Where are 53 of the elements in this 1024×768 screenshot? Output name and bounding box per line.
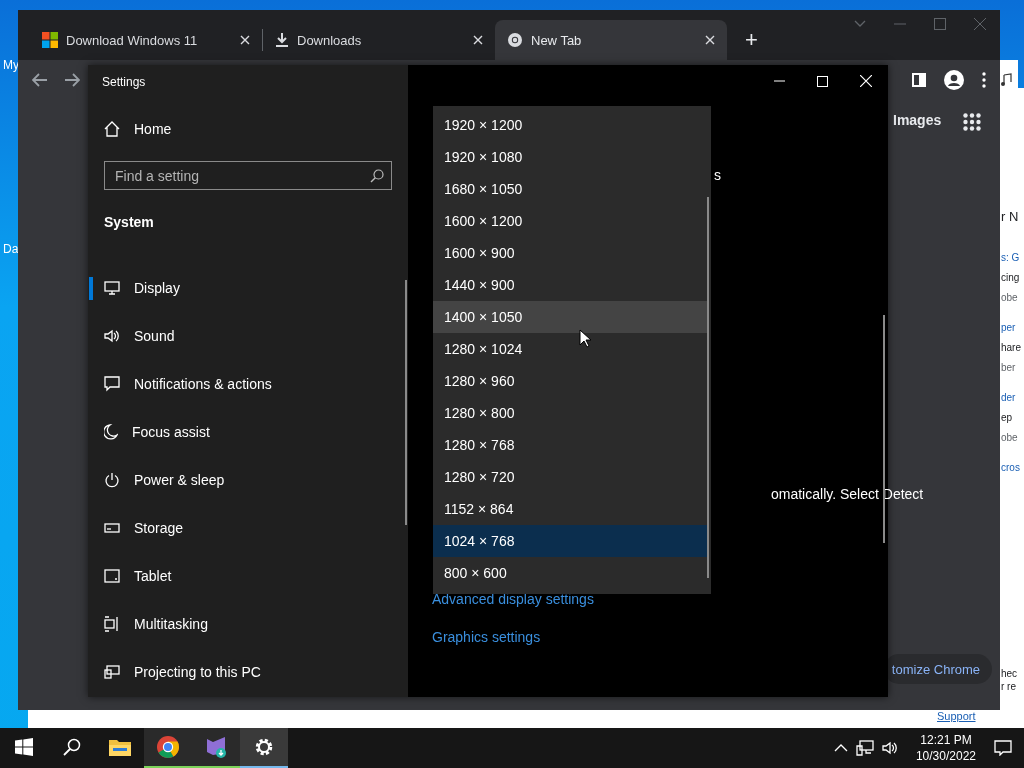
page-date: obe	[1001, 431, 1019, 444]
page-date: obe	[1001, 291, 1019, 304]
resolution-option[interactable]: 1920 × 1200	[433, 109, 707, 141]
nav-item[interactable]: Projecting to this PC	[88, 648, 408, 696]
page-heading: r N	[1001, 208, 1020, 226]
desktop-icon-label[interactable]: My	[0, 58, 19, 72]
nav-item[interactable]: Tablet	[88, 552, 408, 600]
nav-item[interactable]: Sound	[88, 312, 408, 360]
resolution-option[interactable]: 1280 × 1024	[433, 333, 707, 365]
page-link[interactable]: per	[1001, 321, 1021, 334]
resolution-option[interactable]: 1680 × 1050	[433, 173, 707, 205]
browser-tab[interactable]: New Tab	[495, 20, 727, 60]
settings-link[interactable]: Advanced display settings	[432, 591, 594, 607]
nav-item[interactable]: Multitasking	[88, 600, 408, 648]
new-tab-button[interactable]: +	[741, 27, 762, 53]
nav-item[interactable]: Focus assist	[88, 408, 408, 456]
page-text: hec	[1001, 667, 1018, 680]
setting-text: s	[714, 167, 721, 183]
page-text: ep	[1001, 411, 1014, 424]
section-heading: System	[103, 213, 155, 230]
resolution-option[interactable]: 1024 × 768	[433, 525, 707, 557]
page-text: r re	[1001, 680, 1017, 693]
resolution-option[interactable]: 1152 × 864	[433, 493, 707, 525]
page-date: ber	[1001, 361, 1017, 374]
resolution-option[interactable]: 1280 × 768	[433, 429, 707, 461]
clock-date[interactable]: 10/30/2022	[915, 748, 976, 764]
window-title: Settings	[101, 74, 147, 91]
clock-time[interactable]: 12:21 PM	[920, 732, 972, 748]
page-link[interactable]: s: G	[1001, 251, 1021, 264]
resolution-option[interactable]: 1600 × 1200	[433, 205, 707, 237]
resolution-option[interactable]: 800 × 600	[433, 557, 707, 589]
resolution-option[interactable]: 1440 × 900	[433, 269, 707, 301]
page-link[interactable]: der	[1001, 391, 1021, 404]
page-text: cing	[1001, 271, 1021, 284]
images-link[interactable]: Images	[893, 112, 942, 128]
support-link[interactable]: Support	[937, 710, 976, 722]
resolution-option[interactable]: 1280 × 800	[433, 397, 707, 429]
resolution-option[interactable]: 1920 × 1080	[433, 141, 707, 173]
browser-tab[interactable]: Downloads	[263, 20, 495, 60]
resolution-option[interactable]: 1400 × 1050	[433, 301, 707, 333]
home-link[interactable]: Home	[88, 97, 408, 141]
nav-item[interactable]: Power & sleep	[88, 456, 408, 504]
resolution-option[interactable]: 1600 × 900	[433, 237, 707, 269]
nav-item[interactable]: Notifications & actions	[88, 360, 408, 408]
page-link[interactable]: cros	[1001, 461, 1021, 474]
page-text: hare	[1001, 341, 1021, 354]
browser-tab[interactable]: Download Windows 11	[30, 20, 262, 60]
nav-item[interactable]: Storage	[88, 504, 408, 552]
resolution-option[interactable]: 1280 × 720	[433, 461, 707, 493]
settings-link[interactable]: Graphics settings	[432, 629, 594, 645]
search-field[interactable]: Find a setting	[104, 161, 392, 190]
nav-item[interactable]: Display	[88, 264, 408, 312]
resolution-option[interactable]: 1280 × 960	[433, 365, 707, 397]
